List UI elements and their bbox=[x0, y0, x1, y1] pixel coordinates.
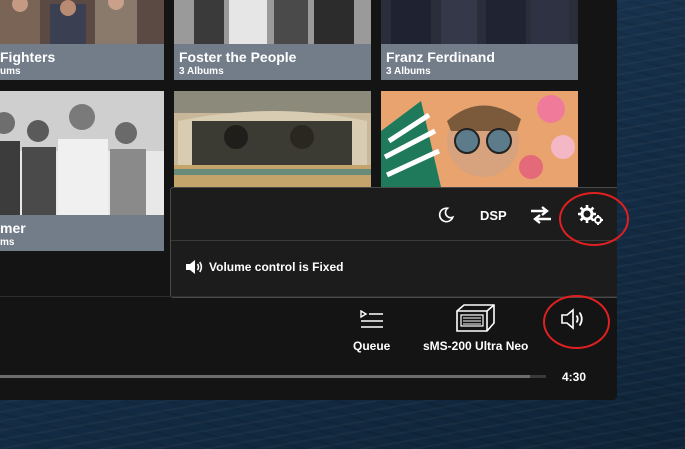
album-count: 3 Albums bbox=[386, 66, 431, 77]
track-duration: 4:30 bbox=[562, 370, 587, 384]
artist-photo bbox=[0, 91, 164, 215]
tile-caption: Fighters ums bbox=[0, 44, 164, 80]
volume-status-row: Volume control is Fixed bbox=[185, 260, 343, 274]
tile-caption: Foster the People 3 Albums bbox=[174, 44, 371, 80]
dsp-button[interactable]: DSP bbox=[480, 208, 507, 223]
artist-tile-foster-the-people[interactable]: Foster the People 3 Albums bbox=[174, 0, 371, 80]
artist-photo bbox=[0, 0, 164, 44]
artist-tile-car-photo[interactable] bbox=[174, 91, 371, 187]
swap-arrows-icon[interactable] bbox=[529, 206, 553, 224]
artist-tile-franz-ferdinand[interactable]: Franz Ferdinand 3 Albums bbox=[381, 0, 578, 80]
zone-settings-popup: DSP Volume control is Fixed bbox=[170, 187, 617, 298]
album-photo bbox=[174, 91, 371, 187]
artist-name: Fighters bbox=[0, 49, 56, 65]
streamer-device-icon[interactable] bbox=[454, 303, 496, 333]
speaker-icon bbox=[186, 260, 203, 274]
volume-status-text: Volume control is Fixed bbox=[209, 260, 344, 274]
popup-divider bbox=[171, 240, 617, 241]
artist-name: Franz Ferdinand bbox=[386, 49, 495, 65]
progress-bar[interactable] bbox=[0, 375, 546, 378]
highlight-circle-volume bbox=[543, 295, 610, 349]
moon-icon[interactable] bbox=[437, 206, 455, 224]
album-photo bbox=[381, 91, 578, 187]
highlight-circle-settings bbox=[559, 192, 629, 246]
transport-bar-divider bbox=[0, 296, 617, 297]
artist-photo bbox=[174, 0, 371, 44]
artist-tile-sunglasses-photo[interactable] bbox=[381, 91, 578, 187]
album-count: ums bbox=[0, 66, 21, 77]
tile-caption: mer ms bbox=[0, 215, 164, 251]
tile-caption: Franz Ferdinand 3 Albums bbox=[381, 44, 578, 80]
artist-photo bbox=[381, 0, 578, 44]
queue-icon[interactable] bbox=[360, 310, 384, 328]
zone-device-button[interactable]: sMS-200 Ultra Neo bbox=[423, 339, 528, 353]
artist-tile-foo-fighters[interactable]: Fighters ums bbox=[0, 0, 164, 80]
queue-button[interactable]: Queue bbox=[353, 339, 390, 353]
artist-name: mer bbox=[0, 220, 26, 236]
album-count: ms bbox=[0, 237, 15, 248]
progress-fill bbox=[0, 375, 530, 378]
artist-name: Foster the People bbox=[179, 49, 297, 65]
roon-window: Fighters ums Foster the People 3 Albums … bbox=[0, 0, 617, 400]
artist-tile-friendly-fires[interactable]: mer ms bbox=[0, 91, 164, 251]
album-count: 3 Albums bbox=[179, 66, 224, 77]
